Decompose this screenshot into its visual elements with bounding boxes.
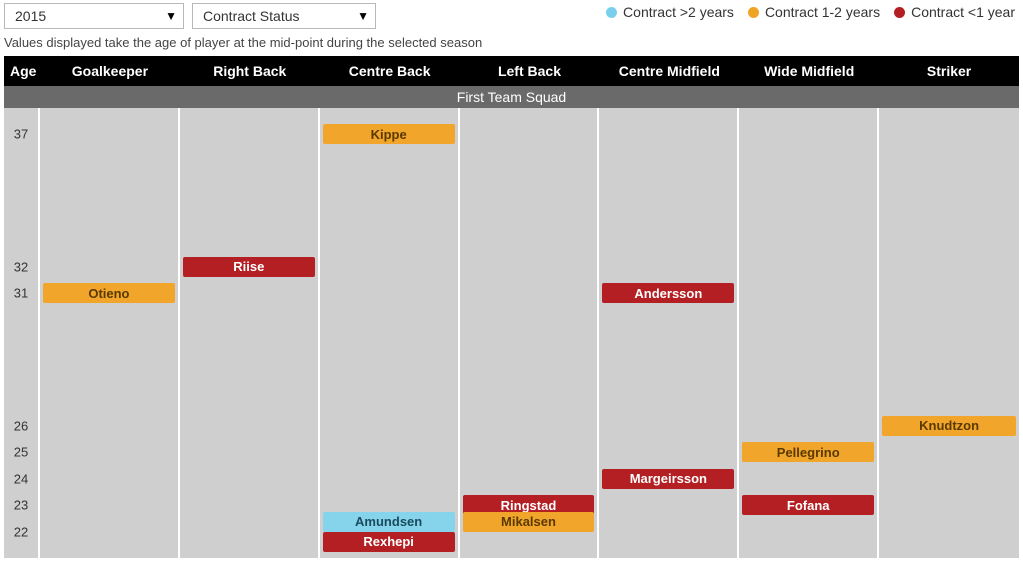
col-header-rb: Right Back xyxy=(180,56,320,86)
footnote: Values displayed take the age of player … xyxy=(4,35,1019,50)
player-chip[interactable]: Kippe xyxy=(323,124,455,144)
grid-subheader: First Team Squad xyxy=(4,86,1019,108)
grid-header-row: Age Goalkeeper Right Back Centre Back Le… xyxy=(4,56,1019,86)
player-chip[interactable]: Andersson xyxy=(602,283,734,303)
status-select-value: Contract Status xyxy=(203,8,300,24)
age-tick: 25 xyxy=(4,445,38,460)
legend-label-lt1: Contract <1 year xyxy=(911,4,1015,20)
col-header-wm: Wide Midfield xyxy=(739,56,879,86)
squad-grid: Age Goalkeeper Right Back Centre Back Le… xyxy=(4,56,1019,558)
col-rb: Riise xyxy=(180,108,320,558)
year-select[interactable]: 2015 ▼ xyxy=(4,3,184,29)
age-axis: 37 32 31 26 25 24 23 22 xyxy=(4,108,40,558)
age-tick: 23 xyxy=(4,498,38,513)
col-cm: Andersson Margeirsson xyxy=(599,108,739,558)
col-header-st: Striker xyxy=(879,56,1019,86)
col-header-gk: Goalkeeper xyxy=(40,56,180,86)
age-tick: 26 xyxy=(4,418,38,433)
player-chip[interactable]: Riise xyxy=(183,257,315,277)
chevron-down-icon: ▼ xyxy=(165,9,177,23)
player-chip[interactable]: Fofana xyxy=(742,495,874,515)
age-tick: 37 xyxy=(4,127,38,142)
player-chip[interactable]: Rexhepi xyxy=(323,532,455,552)
age-tick: 31 xyxy=(4,286,38,301)
chevron-down-icon: ▼ xyxy=(357,9,369,23)
player-chip[interactable]: Pellegrino xyxy=(742,442,874,462)
legend-item-12: Contract 1-2 years xyxy=(748,4,880,20)
legend-item-gt2: Contract >2 years xyxy=(606,4,734,20)
col-header-age: Age xyxy=(4,56,40,86)
player-chip[interactable]: Amundsen xyxy=(323,512,455,532)
legend-dot-orange xyxy=(748,7,759,18)
status-select[interactable]: Contract Status ▼ xyxy=(192,3,376,29)
age-tick: 22 xyxy=(4,524,38,539)
col-gk: Otieno xyxy=(40,108,180,558)
col-st: Knudtzon xyxy=(879,108,1019,558)
legend-label-12: Contract 1-2 years xyxy=(765,4,880,20)
player-chip[interactable]: Margeirsson xyxy=(602,469,734,489)
year-select-value: 2015 xyxy=(15,8,46,24)
legend-label-gt2: Contract >2 years xyxy=(623,4,734,20)
age-tick: 32 xyxy=(4,259,38,274)
col-cb: Kippe AmundsenRexhepi xyxy=(320,108,460,558)
age-tick: 24 xyxy=(4,471,38,486)
player-chip[interactable]: Mikalsen xyxy=(463,512,595,532)
col-lb: RingstadMikalsen xyxy=(460,108,600,558)
player-chip[interactable]: Otieno xyxy=(43,283,175,303)
grid-body: 37 32 31 26 25 24 23 22 Otieno Riise Kippe Amund… xyxy=(4,108,1019,558)
legend: Contract >2 years Contract 1-2 years Con… xyxy=(606,4,1015,20)
col-header-cb: Centre Back xyxy=(320,56,460,86)
col-header-lb: Left Back xyxy=(460,56,600,86)
legend-dot-red xyxy=(894,7,905,18)
legend-item-lt1: Contract <1 year xyxy=(894,4,1015,20)
col-wm: Pellegrino Fofana xyxy=(739,108,879,558)
legend-dot-blue xyxy=(606,7,617,18)
player-chip[interactable]: Knudtzon xyxy=(882,416,1016,436)
col-header-cm: Centre Midfield xyxy=(599,56,739,86)
